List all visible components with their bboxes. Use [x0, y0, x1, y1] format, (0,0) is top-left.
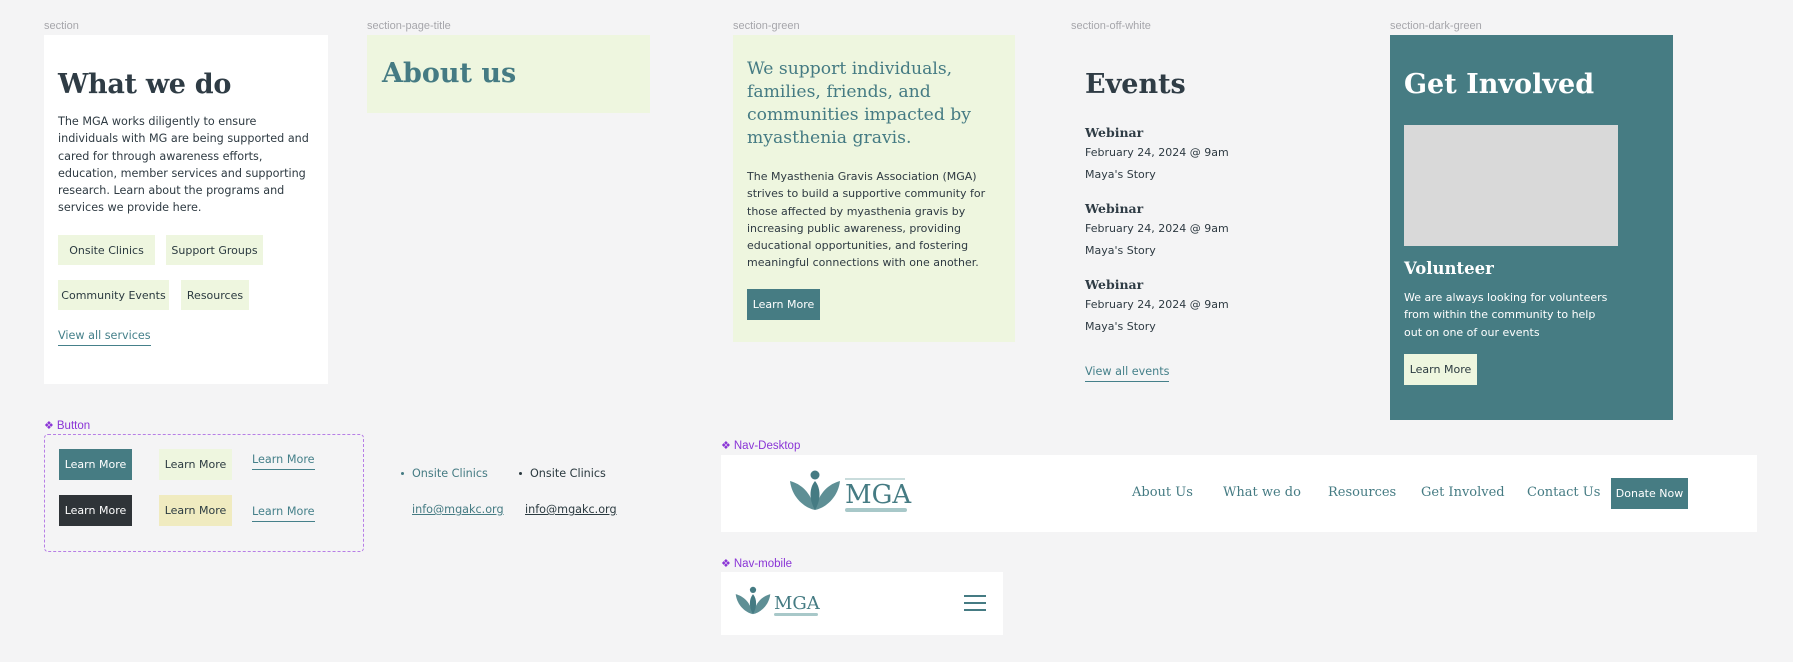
leaf-logo-icon: [735, 586, 771, 615]
support-body: The Myasthenia Gravis Association (MGA) …: [747, 170, 986, 270]
nav-link-contact-us[interactable]: Contact Us: [1527, 485, 1600, 500]
volunteer-learn-more-button[interactable]: Learn More: [1404, 354, 1477, 385]
get-involved-title: Get Involved: [1404, 69, 1595, 100]
get-involved-section: Get Involved Volunteer We are always loo…: [1390, 35, 1673, 420]
about-us-section: About us: [367, 35, 650, 113]
frame-label-section-page-title: section-page-title: [367, 20, 451, 32]
nav-desktop: MGA About Us What we do Resources Get In…: [721, 455, 1757, 532]
leaf-logo-icon: [790, 470, 840, 510]
event-date: February 24, 2024 @ 9am: [1085, 146, 1229, 159]
frame-label-section-green: section-green: [733, 20, 800, 32]
nav-mobile-label: ❖ Nav-mobile: [721, 558, 793, 570]
nav-desktop-label: ❖ Nav-Desktop: [721, 440, 801, 452]
what-we-do-title: What we do: [58, 69, 232, 100]
learn-more-button-mint[interactable]: Learn More: [159, 449, 232, 480]
nav-link-get-involved[interactable]: Get Involved: [1421, 485, 1505, 500]
learn-more-button-yellow[interactable]: Learn More: [159, 495, 232, 526]
logo-tagline-line: [845, 478, 905, 480]
volunteer-body: We are always looking for volunteers fro…: [1404, 291, 1608, 339]
list-item-dark[interactable]: Onsite Clinics: [519, 467, 606, 480]
what-we-do-body: The MGA works diligently to ensure indiv…: [58, 115, 309, 215]
event-name[interactable]: Maya's Story: [1085, 320, 1156, 333]
button-component-set: Learn More Learn More Learn More Learn M…: [44, 434, 364, 552]
volunteer-title: Volunteer: [1404, 259, 1494, 278]
event-name[interactable]: Maya's Story: [1085, 244, 1156, 257]
learn-more-button-teal[interactable]: Learn More: [59, 449, 132, 480]
nav-link-what-we-do[interactable]: What we do: [1223, 485, 1301, 500]
bullet-icon: [519, 472, 522, 475]
event-type: Webinar: [1085, 125, 1144, 140]
events-title: Events: [1085, 69, 1186, 100]
chip-community-events[interactable]: Community Events: [58, 280, 169, 310]
event-date: February 24, 2024 @ 9am: [1085, 222, 1229, 235]
event-type: Webinar: [1085, 277, 1144, 292]
event-date: February 24, 2024 @ 9am: [1085, 298, 1229, 311]
volunteer-image-placeholder: [1404, 125, 1618, 246]
list-item-teal[interactable]: Onsite Clinics: [401, 467, 488, 480]
button-component-label: ❖ Button: [44, 420, 91, 432]
view-all-services-link[interactable]: View all services: [58, 329, 151, 346]
view-all-events-link[interactable]: View all events: [1085, 365, 1170, 382]
mga-logo-mobile[interactable]: MGA: [735, 586, 820, 616]
frame-label-section: section: [44, 20, 79, 32]
about-us-title: About us: [382, 58, 517, 89]
donate-now-button[interactable]: Donate Now: [1611, 478, 1688, 509]
mga-logo[interactable]: MGA: [789, 470, 911, 512]
hamburger-menu-icon[interactable]: [964, 595, 986, 612]
nav-link-about-us[interactable]: About Us: [1132, 485, 1193, 500]
event-type: Webinar: [1085, 201, 1144, 216]
email-link-teal[interactable]: info@mgakc.org: [412, 503, 504, 516]
component-icon: ❖: [721, 440, 731, 452]
frame-label-section-off-white: section-off-white: [1071, 20, 1151, 32]
chip-onsite-clinics[interactable]: Onsite Clinics: [58, 235, 155, 265]
support-heading: We support individuals, families, friend…: [747, 59, 971, 148]
support-learn-more-button[interactable]: Learn More: [747, 289, 820, 320]
learn-more-link-teal[interactable]: Learn More: [252, 453, 315, 470]
support-section: We support individuals, families, friend…: [733, 35, 1015, 342]
component-icon: ❖: [721, 558, 731, 570]
frame-label-section-dark-green: section-dark-green: [1390, 20, 1482, 32]
logo-text: MGA: [774, 593, 820, 614]
what-we-do-section: What we do The MGA works diligently to e…: [44, 35, 328, 384]
event-name[interactable]: Maya's Story: [1085, 168, 1156, 181]
email-link-dark[interactable]: info@mgakc.org: [525, 503, 617, 516]
learn-more-button-dark[interactable]: Learn More: [59, 495, 132, 526]
events-section: Events Webinar February 24, 2024 @ 9am M…: [1071, 35, 1355, 395]
chip-resources[interactable]: Resources: [181, 280, 249, 310]
nav-link-resources[interactable]: Resources: [1328, 485, 1396, 500]
bullet-icon: [401, 472, 404, 475]
chip-support-groups[interactable]: Support Groups: [166, 235, 263, 265]
nav-mobile: MGA: [721, 572, 1003, 635]
logo-text: MGA: [845, 480, 912, 510]
component-icon: ❖: [44, 420, 54, 432]
learn-more-link-underlined[interactable]: Learn More: [252, 505, 315, 522]
